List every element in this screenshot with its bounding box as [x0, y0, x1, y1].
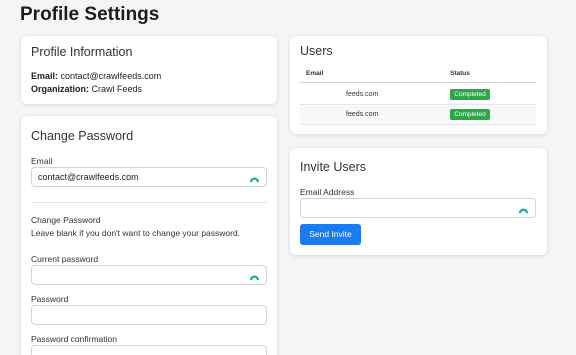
profile-organization-line: Organization: Crawl Feeds — [31, 84, 142, 94]
password-label: Password — [31, 294, 69, 304]
invite-email-label: Email Address — [300, 187, 355, 197]
change-password-subheading: Change Password — [31, 215, 101, 225]
password-confirmation-label: Password confirmation — [31, 334, 117, 344]
email-field[interactable]: contact@crawlfeeds.com — [31, 167, 267, 187]
password-confirmation-field[interactable] — [31, 345, 267, 355]
change-password-title: Change Password — [31, 129, 134, 143]
password-field[interactable] — [31, 305, 267, 325]
password-manager-icon[interactable] — [249, 270, 260, 281]
row-divider — [300, 124, 536, 125]
table-row[interactable]: feeds.com Completed — [300, 106, 536, 125]
email-field-value: contact@crawlfeeds.com — [38, 172, 139, 182]
profile-email-line: Email: contact@crawlfeeds.com — [31, 71, 161, 81]
change-password-help-text: Leave blank if you don't want to change … — [31, 228, 241, 238]
email-label: Email — [31, 156, 53, 166]
profile-organization-label: Organization: — [31, 84, 89, 94]
section-divider — [31, 202, 267, 203]
column-header-email: Email — [306, 70, 324, 77]
profile-email-label: Email: — [31, 71, 59, 81]
page-title: Profile Settings — [20, 4, 160, 25]
invite-email-field[interactable] — [300, 198, 536, 218]
password-manager-icon[interactable] — [518, 203, 529, 214]
users-card: Users Email Status feeds.com Completed f… — [290, 36, 547, 134]
current-password-label: Current password — [31, 254, 99, 264]
user-email: feeds.com — [346, 91, 379, 98]
column-header-status: Status — [450, 70, 470, 77]
password-manager-icon[interactable] — [249, 172, 260, 183]
change-password-card: Change Password Email contact@crawlfeeds… — [21, 116, 277, 355]
users-title: Users — [300, 44, 333, 58]
status-badge: Completed — [450, 89, 490, 100]
status-badge: Completed — [450, 109, 490, 120]
profile-information-title: Profile Information — [31, 45, 133, 59]
current-password-field[interactable] — [31, 265, 267, 285]
table-row[interactable]: feeds.com Completed — [300, 86, 536, 105]
send-invite-button[interactable]: Send Invite — [300, 224, 361, 245]
profile-organization-value: Crawl Feeds — [91, 84, 143, 94]
invite-users-title: Invite Users — [300, 160, 366, 174]
row-divider — [300, 104, 536, 105]
user-email: feeds.com — [346, 111, 379, 118]
table-header-divider — [300, 82, 536, 83]
profile-information-card: Profile Information Email: contact@crawl… — [21, 36, 277, 104]
profile-email-value: contact@crawlfeeds.com — [60, 71, 162, 81]
invite-users-card: Invite Users Email Address Send Invite — [290, 148, 547, 255]
